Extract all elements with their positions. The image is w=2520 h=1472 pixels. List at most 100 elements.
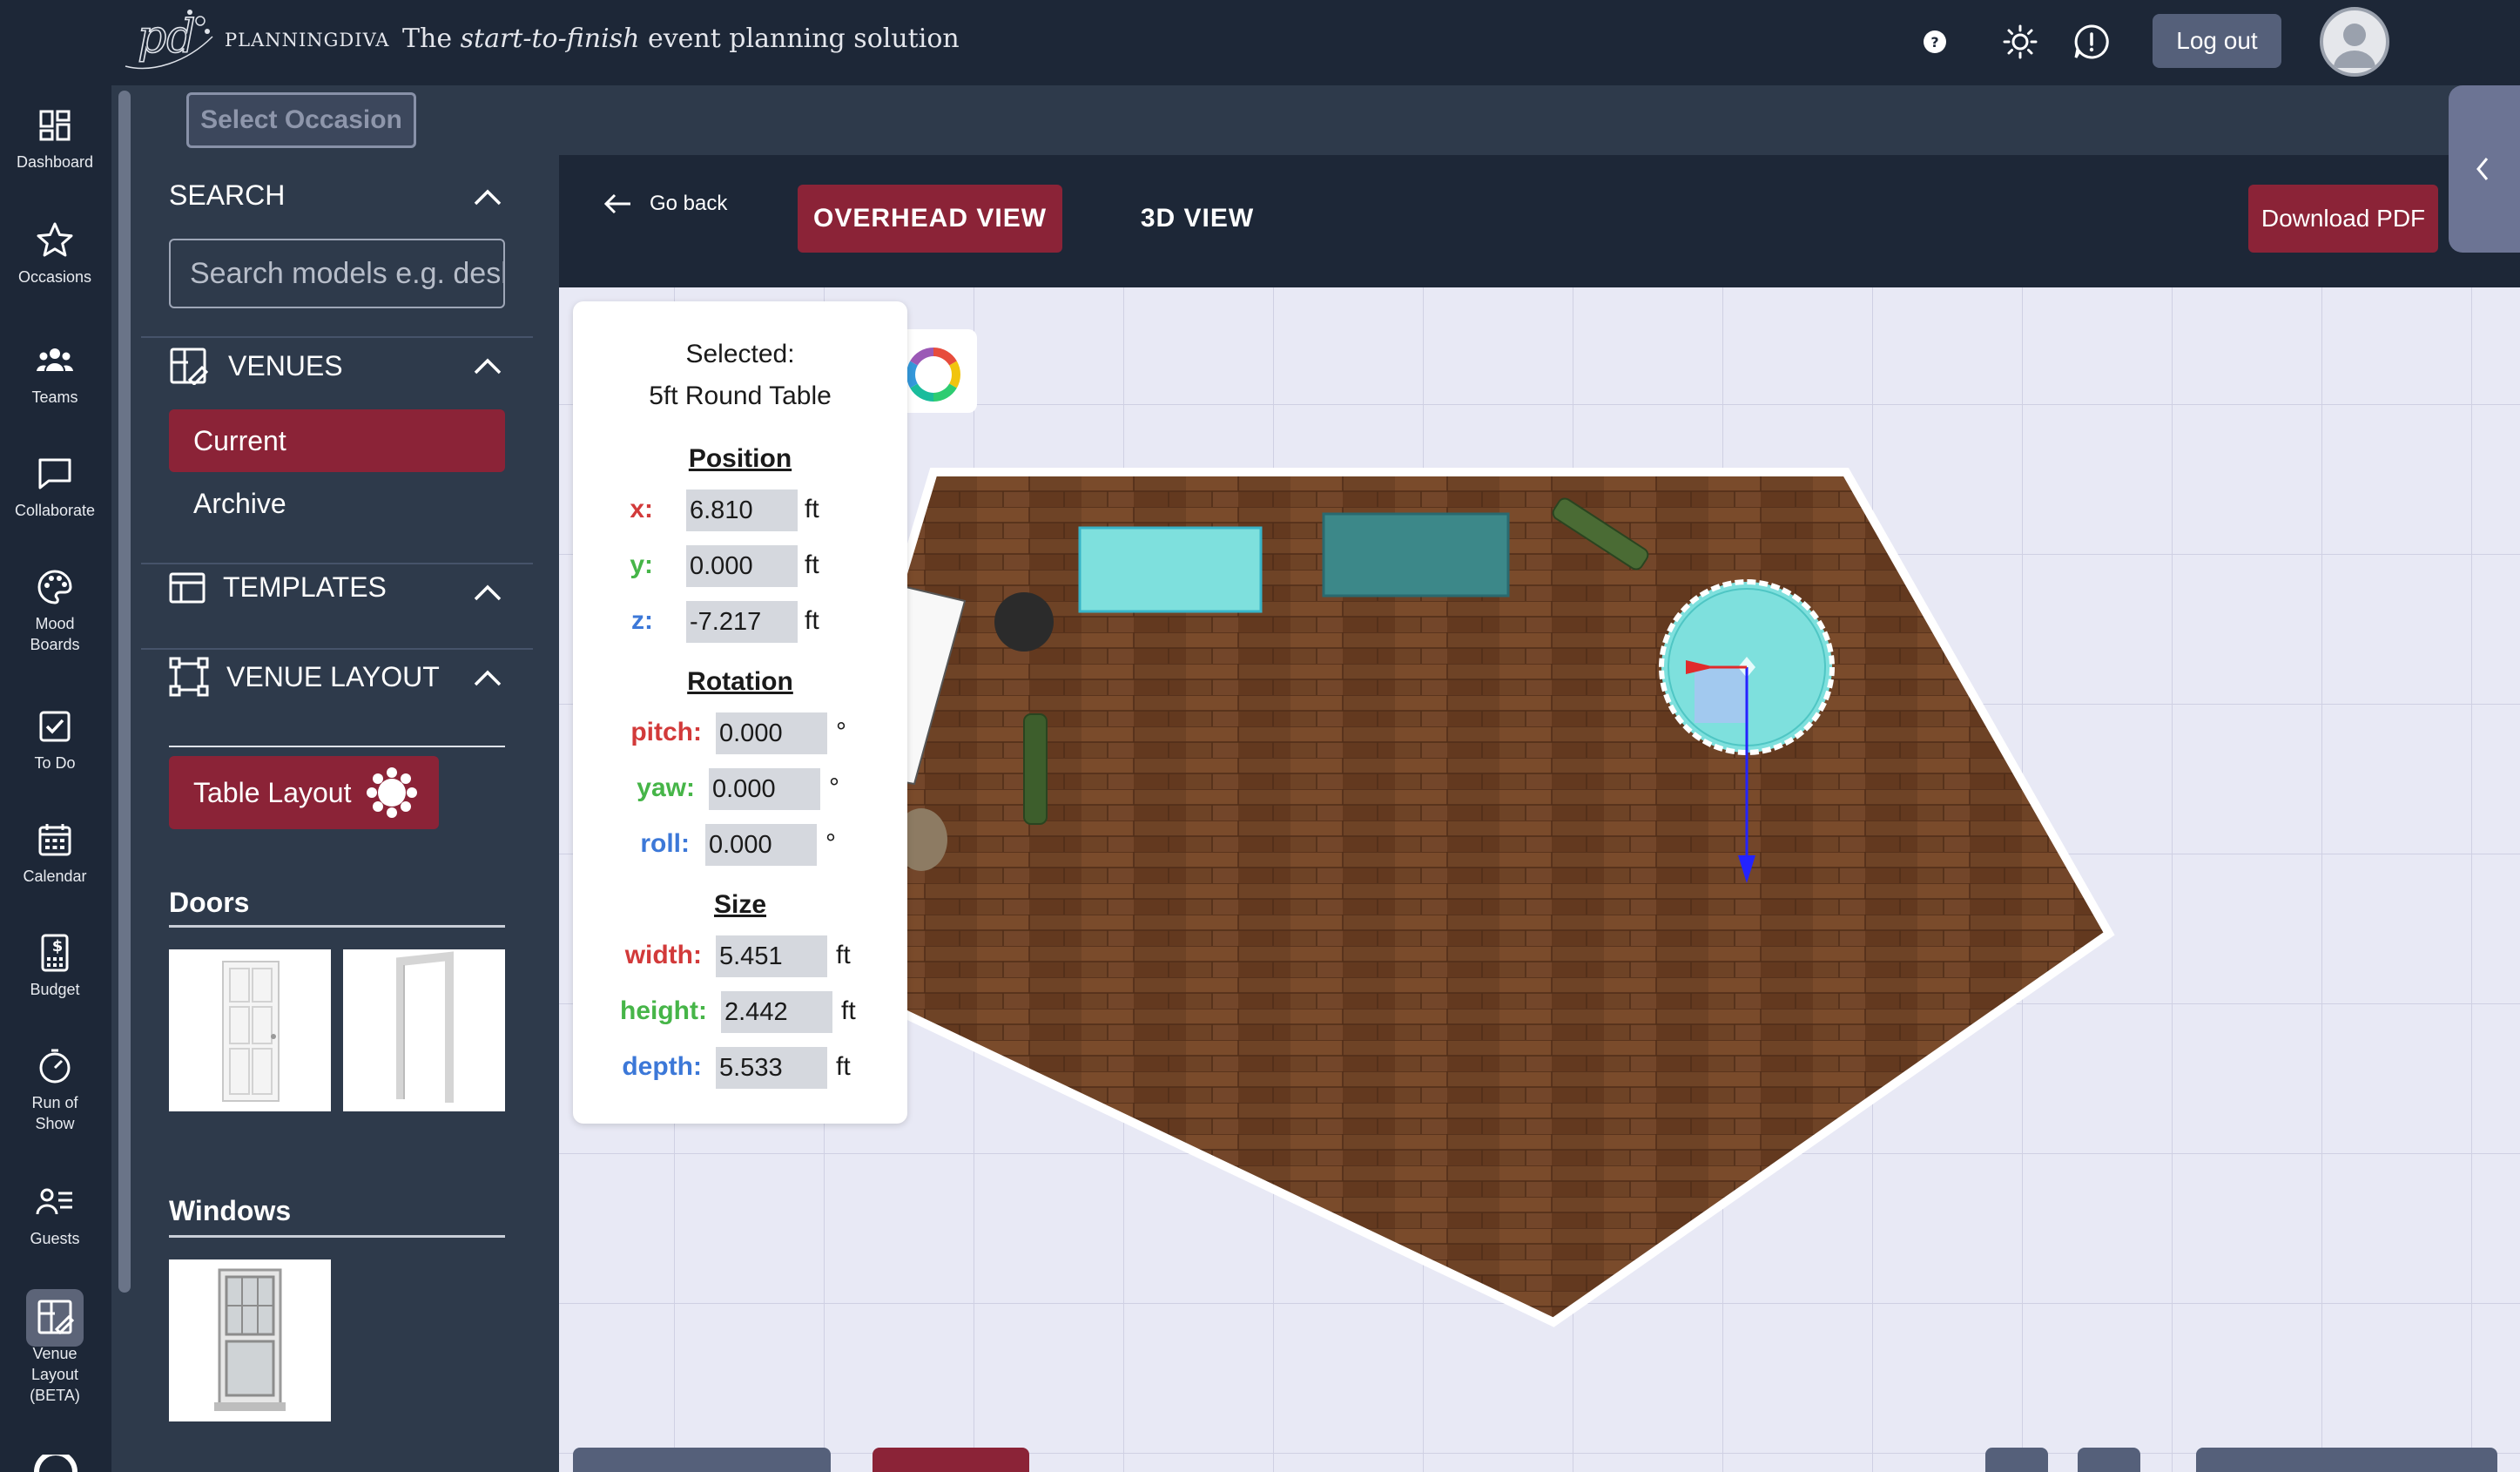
nav-collaborate[interactable]: Collaborate (0, 453, 110, 521)
divider (141, 563, 533, 564)
avatar[interactable] (2320, 7, 2389, 77)
logout-button[interactable]: Log out (2153, 14, 2281, 68)
rotate-object-button[interactable] (573, 1448, 831, 1472)
search-input[interactable] (169, 239, 505, 308)
dark-round-object[interactable] (994, 592, 1054, 652)
chevron-up-icon[interactable] (472, 186, 503, 207)
color-wheel-icon (906, 348, 960, 402)
planter-model[interactable] (1023, 713, 1048, 825)
nav-more-icon[interactable] (31, 1450, 80, 1472)
zoom-button[interactable] (1985, 1448, 2048, 1472)
venue-layout-section-header[interactable]: VENUE LAYOUT (169, 657, 440, 697)
feedback-icon[interactable] (2071, 21, 2112, 63)
overhead-view-button[interactable]: OVERHEAD VIEW (798, 185, 1062, 253)
nav-teams[interactable]: Teams (0, 340, 110, 408)
nav-run-of-show-label: Run of Show (31, 1094, 78, 1132)
rotation-yaw-input[interactable] (709, 768, 820, 810)
rect-table-model[interactable] (1322, 512, 1510, 598)
position-heading: Position (688, 444, 792, 473)
position-x-input[interactable] (686, 490, 798, 531)
width-label: width: (624, 941, 702, 969)
palette-icon (37, 570, 72, 604)
nav-mood-boards[interactable]: Mood Boards (0, 566, 110, 655)
3d-view-button[interactable]: 3D VIEW (1132, 185, 1263, 253)
templates-section-header[interactable]: TEMPLATES (169, 571, 387, 604)
nav-todo[interactable]: To Do (0, 706, 110, 773)
nav-dashboard[interactable]: Dashboard (0, 105, 110, 172)
chevron-left-icon (2476, 158, 2489, 180)
size-depth-input[interactable] (716, 1047, 827, 1089)
nav-occasions-label: Occasions (17, 268, 92, 286)
door-frame-model-thumb[interactable] (343, 949, 505, 1111)
position-z-input[interactable] (686, 601, 798, 643)
delete-button[interactable] (873, 1448, 1029, 1472)
gizmo-plane-handle[interactable] (1695, 667, 1749, 723)
nav-guests[interactable]: Guests (0, 1181, 110, 1249)
position-y-input[interactable] (686, 545, 798, 587)
collapse-panel-tab[interactable] (2449, 85, 2520, 253)
help-icon[interactable]: ? (1914, 21, 1956, 63)
color-picker-button[interactable] (906, 329, 977, 413)
dashboard-icon (39, 110, 71, 141)
size-width-input[interactable] (716, 935, 827, 977)
size-height-input[interactable] (721, 991, 832, 1033)
search-section-title: SEARCH (169, 179, 286, 211)
divider (169, 1235, 505, 1238)
venues-section-header[interactable]: VENUES (169, 347, 343, 385)
chevron-up-icon[interactable] (472, 355, 503, 376)
nav-run-of-show[interactable]: Run of Show (0, 1045, 110, 1134)
unit-label: ft (805, 606, 819, 635)
top-bar: pd PLANNINGDIVA The start-to-finish even… (0, 0, 2520, 85)
unit-label: ft (836, 941, 851, 969)
nav-calendar[interactable]: Calendar (0, 819, 110, 887)
zoom-button[interactable] (2078, 1448, 2140, 1472)
go-back-label: Go back (650, 192, 728, 215)
yaw-label: yaw: (637, 773, 695, 802)
rect-table-model[interactable] (1078, 526, 1263, 613)
window-model-thumb[interactable] (169, 1259, 331, 1421)
rotation-pitch-input[interactable] (716, 712, 827, 754)
degree-label: ° (836, 718, 846, 746)
rail-scrollbar[interactable] (118, 91, 131, 1293)
arrow-left-icon (603, 193, 630, 214)
search-section-header[interactable]: SEARCH (169, 179, 285, 212)
y-label: y: (630, 550, 653, 579)
unit-label: ft (841, 996, 856, 1025)
unit-label: ft (805, 550, 819, 579)
roll-label: roll: (640, 829, 690, 858)
doors-category-title: Doors (169, 887, 250, 918)
round-table-icon (367, 767, 418, 818)
checkbox-icon (39, 711, 71, 742)
position-y-row: y: ft (573, 545, 907, 587)
main-nav-rail (0, 85, 111, 1472)
guests-icon (36, 1188, 72, 1215)
nav-calendar-label: Calendar (23, 868, 87, 885)
nav-budget[interactable]: $ Budget (0, 932, 110, 1000)
chevron-up-icon[interactable] (472, 667, 503, 688)
door-model-thumb[interactable] (169, 949, 331, 1111)
star-icon (37, 222, 73, 257)
nav-occasions[interactable]: Occasions (0, 219, 110, 287)
theme-sun-icon[interactable] (1999, 21, 2041, 63)
nav-venue-layout[interactable]: Venue Layout (BETA) (0, 1296, 110, 1406)
unit-label: ft (805, 495, 819, 523)
select-occasion-button[interactable]: Select Occasion (186, 92, 416, 148)
size-depth-row: depth: ft (573, 1047, 907, 1089)
venue-layout-icon (37, 1300, 75, 1335)
selected-label: Selected: (685, 340, 795, 368)
table-layout-label: Table Layout (193, 776, 352, 808)
venue-current-tab[interactable]: Current (169, 409, 505, 472)
go-back-link[interactable]: Go back (603, 192, 727, 216)
venue-archive-tab[interactable]: Archive (169, 472, 505, 535)
budget-icon: $ (41, 934, 69, 972)
degree-label: ° (829, 773, 839, 802)
download-pdf-button[interactable]: Download PDF (2248, 185, 2438, 253)
x-label: x: (630, 495, 653, 523)
chat-icon (38, 458, 71, 490)
divider (169, 746, 505, 747)
chevron-up-icon[interactable] (472, 582, 503, 603)
table-layout-button[interactable]: Table Layout (169, 756, 439, 829)
venue-layout-section-title: VENUE LAYOUT (226, 660, 440, 692)
rotation-roll-input[interactable] (705, 824, 817, 866)
add-edit-room-button[interactable] (2196, 1448, 2497, 1472)
